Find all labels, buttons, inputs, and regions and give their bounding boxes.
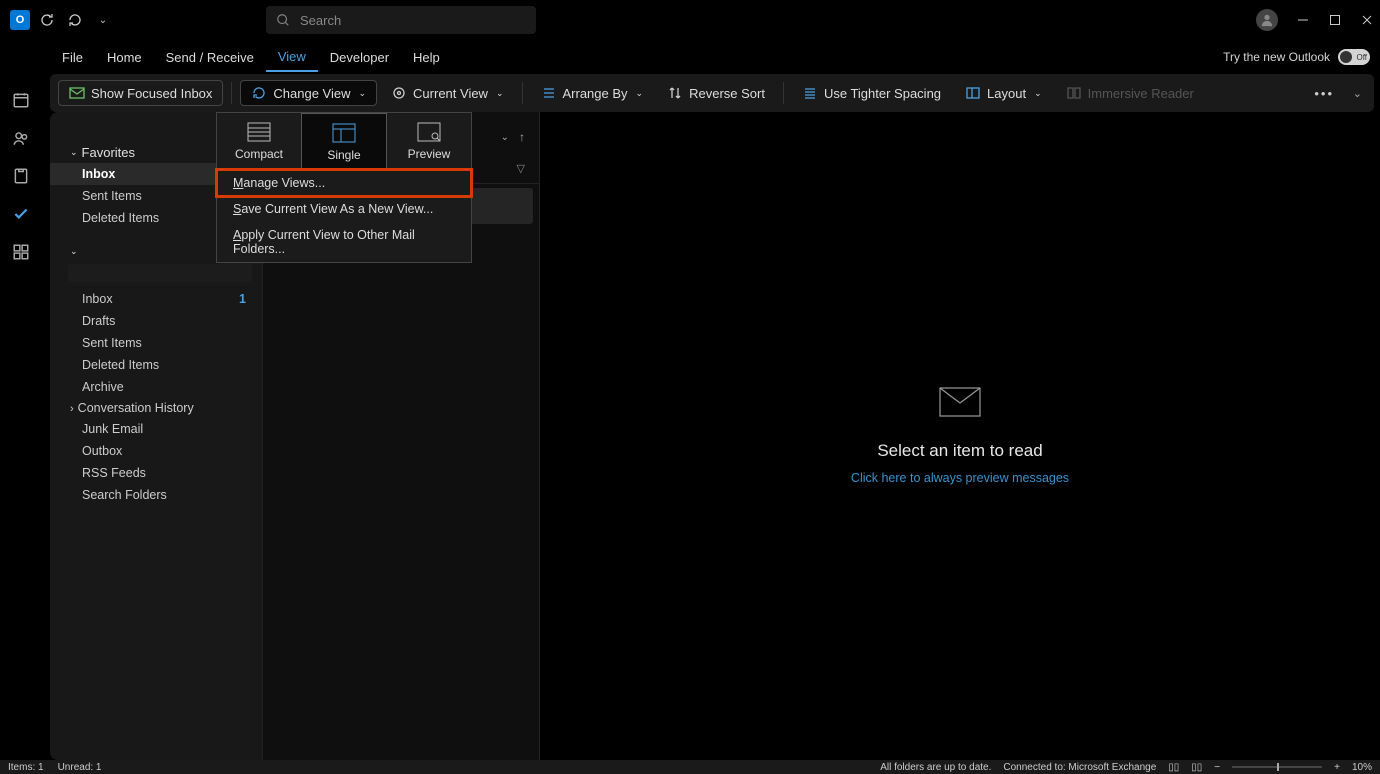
view-compact[interactable]: Compact [217, 113, 301, 169]
zoom-in-button[interactable]: + [1334, 762, 1340, 773]
current-view-button[interactable]: Current View⌄ [381, 81, 513, 105]
status-connected: Connected to: Microsoft Exchange [1003, 762, 1156, 773]
status-unread: Unread: 1 [58, 762, 102, 773]
save-current-view-item[interactable]: Save Current View As a New View... [217, 196, 471, 222]
msg-filter-dropdown[interactable]: ⌄ [501, 132, 509, 143]
zoom-out-button[interactable]: − [1214, 762, 1220, 773]
nav-calendar-icon[interactable] [11, 90, 31, 110]
menu-developer[interactable]: Developer [318, 44, 401, 71]
try-new-toggle[interactable]: Off [1338, 49, 1370, 65]
menu-home[interactable]: Home [95, 44, 154, 71]
account-name-obscured [68, 264, 252, 282]
status-bar: Items: 1 Unread: 1 All folders are up to… [0, 760, 1380, 774]
search-input[interactable]: Search [266, 6, 536, 34]
search-placeholder: Search [300, 13, 341, 28]
change-view-dropdown: Compact Single Preview Manage Views... S… [216, 112, 472, 263]
folder-search-folders[interactable]: Search Folders [50, 484, 262, 506]
view-normal-icon[interactable]: ▯▯ [1168, 762, 1179, 773]
minimize-button[interactable] [1296, 13, 1310, 27]
try-new-label: Try the new Outlook [1223, 50, 1330, 64]
ribbon-overflow-button[interactable]: ••• [1314, 86, 1334, 101]
status-uptodate: All folders are up to date. [880, 762, 991, 773]
folder-outbox[interactable]: Outbox [50, 440, 262, 462]
folder-sent[interactable]: Sent Items [50, 332, 262, 354]
menu-view[interactable]: View [266, 43, 318, 72]
maximize-button[interactable] [1328, 13, 1342, 27]
manage-views-item[interactable]: Manage Views... [217, 170, 471, 196]
immersive-reader-button: Immersive Reader [1056, 81, 1204, 105]
view-preview[interactable]: Preview [387, 113, 471, 169]
avatar[interactable] [1256, 9, 1278, 31]
tighter-spacing-button[interactable]: Use Tighter Spacing [792, 81, 951, 105]
zoom-slider[interactable] [1232, 766, 1322, 768]
folder-rss[interactable]: RSS Feeds [50, 462, 262, 484]
change-view-button[interactable]: Change View⌄ [240, 80, 377, 106]
msg-sort-arrow[interactable]: ↑ [519, 130, 525, 144]
msg-filter-icon[interactable]: ▽ [517, 162, 525, 183]
customize-down-icon[interactable]: ⌄ [92, 9, 114, 31]
ribbon-collapse-button[interactable]: ⌄ [1353, 87, 1362, 100]
always-preview-link[interactable]: Click here to always preview messages [851, 471, 1069, 485]
folder-inbox[interactable]: Inbox1 [50, 288, 262, 310]
outlook-logo: O [10, 10, 30, 30]
undo-icon[interactable] [64, 9, 86, 31]
menu-help[interactable]: Help [401, 44, 452, 71]
show-focused-inbox-button[interactable]: Show Focused Inbox [58, 80, 223, 106]
folder-archive[interactable]: Archive [50, 376, 262, 398]
refresh-icon[interactable] [36, 9, 58, 31]
view-reading-icon[interactable]: ▯▯ [1191, 762, 1202, 773]
folder-deleted[interactable]: Deleted Items [50, 354, 262, 376]
reverse-sort-button[interactable]: Reverse Sort [657, 81, 775, 105]
close-button[interactable] [1360, 13, 1374, 27]
reading-pane: Select an item to read Click here to alw… [540, 112, 1380, 760]
layout-button[interactable]: Layout⌄ [955, 81, 1052, 105]
apply-current-view-item[interactable]: Apply Current View to Other Mail Folders… [217, 222, 471, 262]
menu-file[interactable]: File [50, 44, 95, 71]
view-single[interactable]: Single [301, 113, 387, 169]
status-items: Items: 1 [8, 762, 44, 773]
folder-conversation-history[interactable]: Conversation History [50, 398, 262, 418]
zoom-level: 10% [1352, 762, 1372, 773]
arrange-by-button[interactable]: Arrange By⌄ [531, 81, 654, 105]
folder-junk[interactable]: Junk Email [50, 418, 262, 440]
envelope-icon [939, 387, 981, 417]
menu-send-receive[interactable]: Send / Receive [154, 44, 266, 71]
folder-drafts[interactable]: Drafts [50, 310, 262, 332]
reading-pane-title: Select an item to read [877, 441, 1042, 461]
